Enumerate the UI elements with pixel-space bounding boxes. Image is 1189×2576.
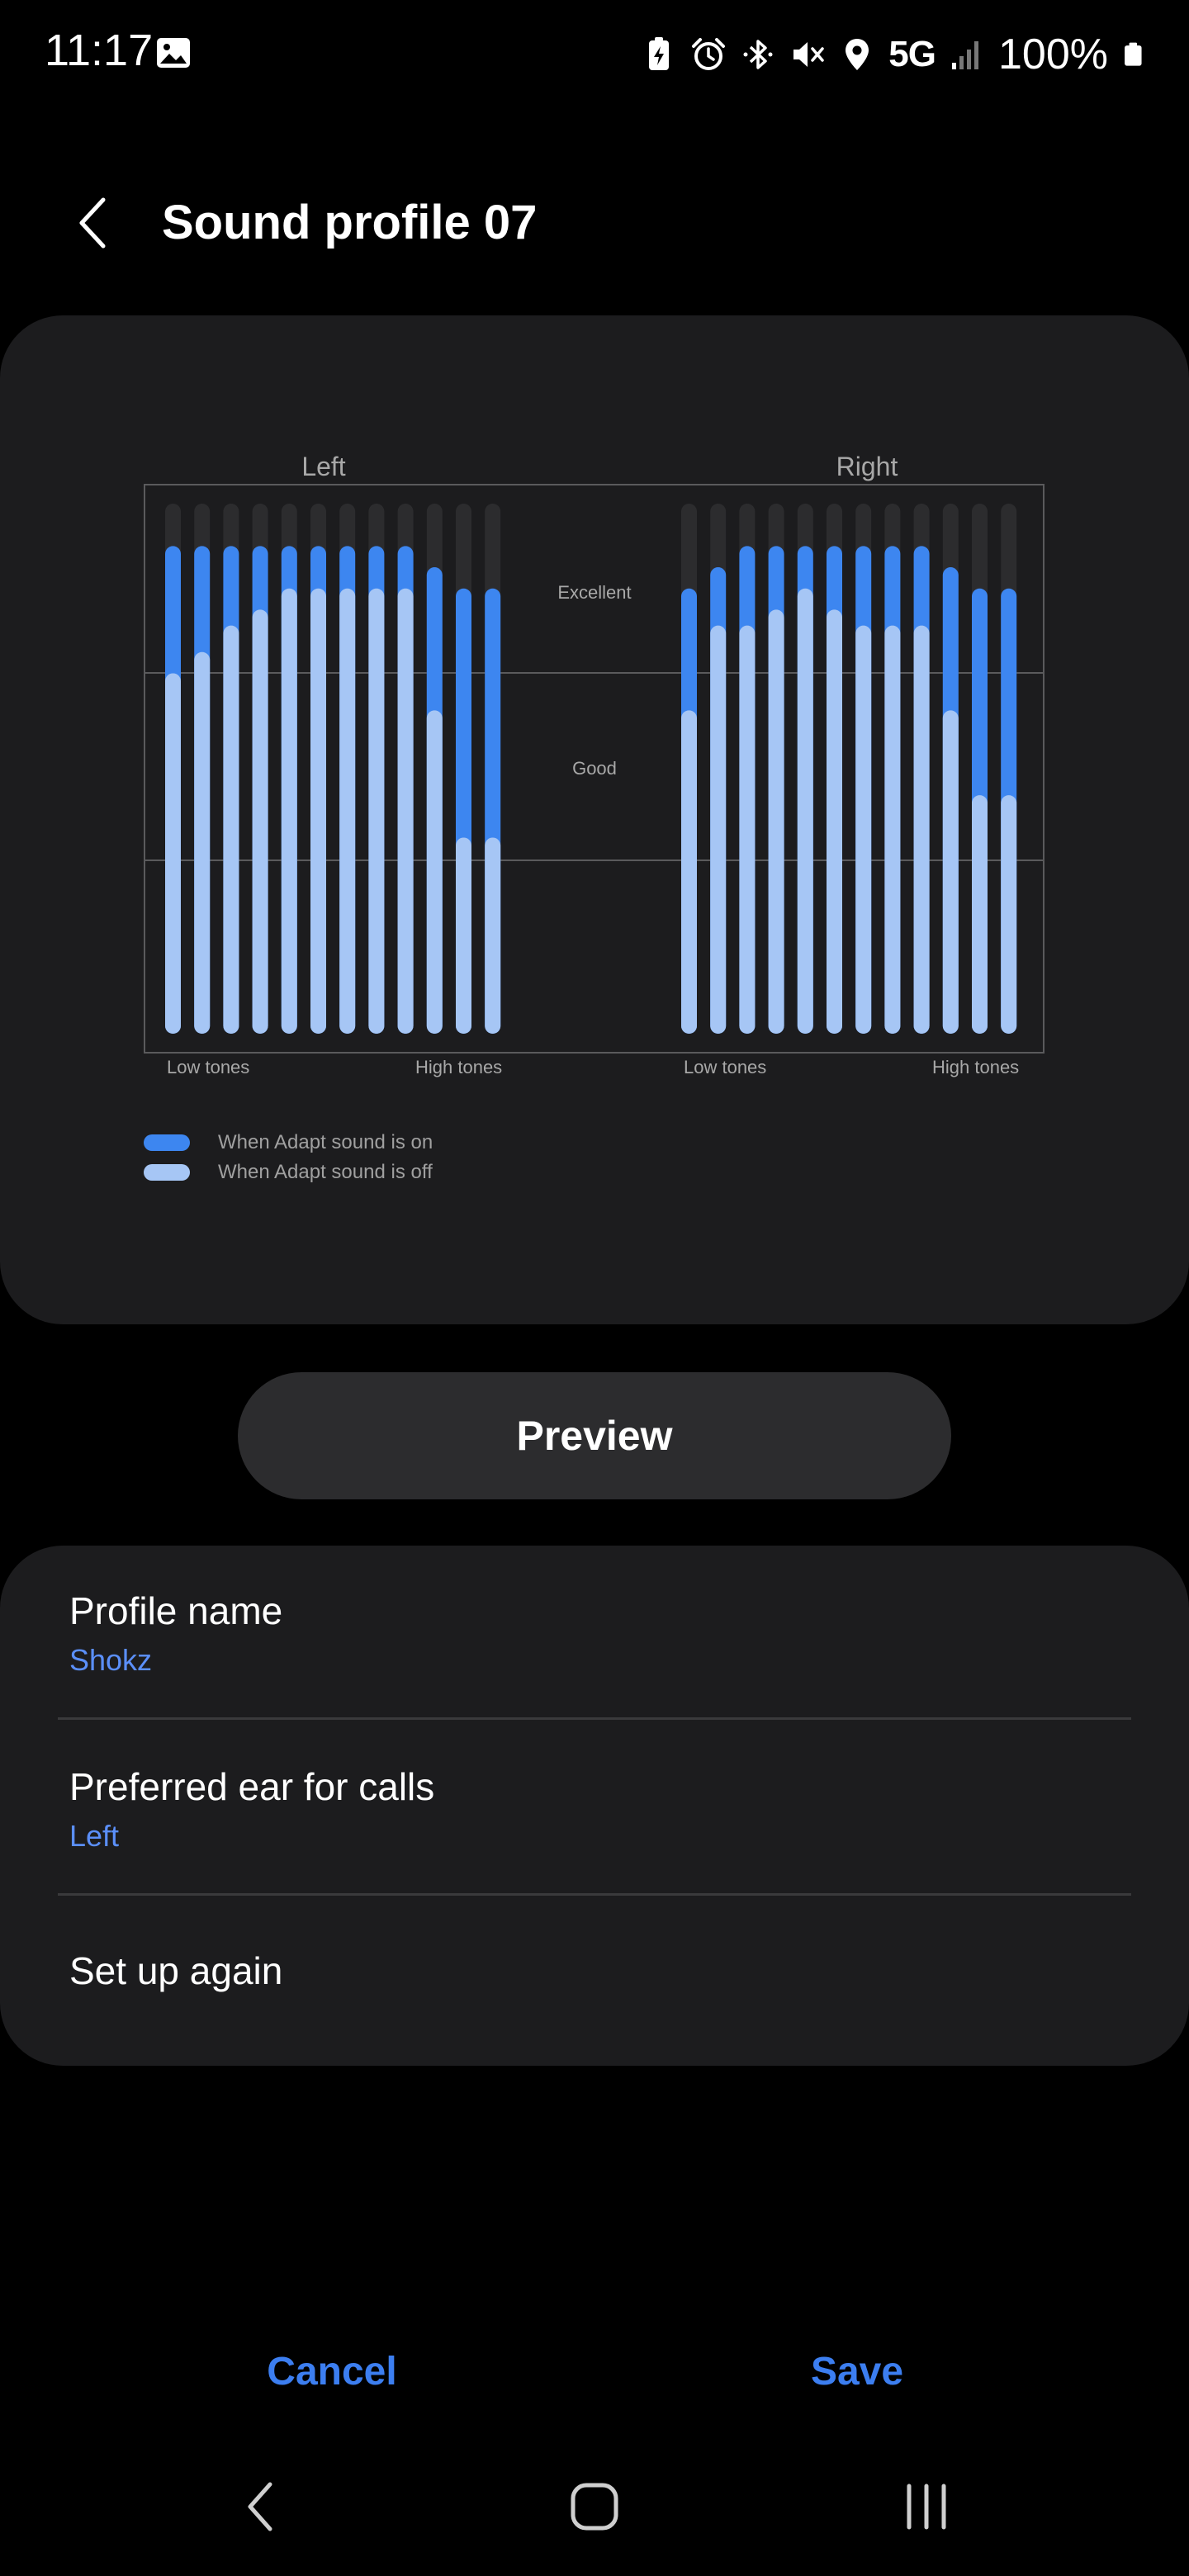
nav-back-button[interactable] bbox=[211, 2469, 310, 2545]
right-bar-adapt-off bbox=[681, 710, 697, 1034]
chevron-left-icon bbox=[79, 197, 106, 249]
right-bar-adapt-off bbox=[1001, 795, 1017, 1034]
battery-saver-icon bbox=[649, 37, 670, 70]
right-bar-adapt-off bbox=[739, 625, 756, 1034]
legend-label-off: When Adapt sound is off bbox=[218, 1161, 433, 1183]
left-bar-adapt-off bbox=[456, 837, 471, 1034]
mute-icon bbox=[793, 42, 825, 67]
nav-home-button[interactable] bbox=[545, 2469, 644, 2545]
hearing-chart-card: Left Right Excellent Good Low tones High… bbox=[0, 315, 1189, 1324]
save-button[interactable]: Save bbox=[768, 2338, 946, 2404]
profile-name-title: Profile name bbox=[69, 1589, 283, 1632]
left-bar-adapt-off bbox=[252, 609, 268, 1034]
legend-swatch-off bbox=[144, 1164, 190, 1181]
chart-title-left: Left bbox=[301, 452, 345, 481]
profile-name-value: Shokz bbox=[69, 1643, 153, 1677]
battery-percent: 100% bbox=[998, 31, 1108, 78]
left-bar-adapt-off bbox=[339, 588, 356, 1034]
recents-icon bbox=[907, 2484, 946, 2530]
chart-legend: When Adapt sound is on When Adapt sound … bbox=[144, 1128, 433, 1187]
home-icon bbox=[571, 2483, 618, 2531]
left-bar-adapt-off bbox=[165, 673, 181, 1034]
right-bar-adapt-off bbox=[855, 625, 872, 1034]
legend-label-on: When Adapt sound is on bbox=[218, 1131, 433, 1153]
right-bar-adapt-off bbox=[913, 625, 930, 1034]
status-bar: 11:17 5G 100% bbox=[0, 0, 1189, 107]
preferred-ear-title: Preferred ear for calls bbox=[69, 1765, 435, 1808]
right-bar-adapt-off bbox=[884, 625, 901, 1034]
alarm-icon bbox=[692, 38, 726, 70]
band-label-excellent: Excellent bbox=[557, 582, 631, 603]
back-button[interactable] bbox=[59, 183, 126, 263]
cancel-button[interactable]: Cancel bbox=[231, 2338, 433, 2404]
chart-title-right: Right bbox=[836, 452, 898, 481]
preferred-ear-value: Left bbox=[69, 1819, 120, 1853]
right-bar-adapt-off bbox=[827, 609, 842, 1034]
left-bar-adapt-off bbox=[397, 588, 414, 1034]
preferred-ear-item[interactable]: Preferred ear for calls Left bbox=[0, 1720, 1189, 1893]
left-bar-adapt-off bbox=[223, 625, 239, 1034]
right-high-tones-label: High tones bbox=[932, 1057, 1019, 1077]
legend-item-off: When Adapt sound is off bbox=[144, 1158, 433, 1187]
right-bar-adapt-off bbox=[710, 625, 727, 1034]
location-icon bbox=[846, 39, 869, 70]
legend-item-on: When Adapt sound is on bbox=[144, 1128, 433, 1158]
left-high-tones-label: High tones bbox=[415, 1057, 502, 1077]
network-type: 5G bbox=[888, 34, 936, 74]
left-bar-adapt-off bbox=[368, 588, 385, 1034]
left-bar-adapt-off bbox=[194, 651, 211, 1034]
preview-button[interactable]: Preview bbox=[238, 1372, 951, 1499]
left-bar-adapt-off bbox=[426, 710, 443, 1034]
right-bar-adapt-off bbox=[972, 795, 988, 1034]
left-low-tones-label: Low tones bbox=[167, 1057, 249, 1077]
profile-name-item[interactable]: Profile name Shokz bbox=[0, 1546, 1189, 1717]
back-icon bbox=[248, 2482, 272, 2531]
left-bar-adapt-off bbox=[310, 588, 326, 1034]
left-bar-adapt-off bbox=[281, 588, 297, 1034]
set-up-again-title: Set up again bbox=[69, 1949, 283, 1992]
status-time: 11:17 bbox=[45, 26, 154, 75]
right-bar-adapt-off bbox=[797, 588, 813, 1034]
set-up-again-item[interactable]: Set up again bbox=[0, 1896, 1189, 2066]
right-bar-adapt-off bbox=[768, 609, 784, 1034]
right-low-tones-label: Low tones bbox=[684, 1057, 766, 1077]
band-label-good: Good bbox=[572, 758, 617, 779]
legend-swatch-on bbox=[144, 1134, 190, 1151]
signal-icon bbox=[952, 41, 978, 69]
page-title: Sound profile 07 bbox=[162, 196, 538, 249]
bluetooth-icon bbox=[743, 40, 773, 69]
gallery-icon bbox=[157, 38, 190, 68]
nav-recents-button[interactable] bbox=[877, 2469, 976, 2545]
status-icons: 5G 100% bbox=[641, 28, 1146, 81]
battery-icon bbox=[1125, 42, 1142, 66]
right-bar-adapt-off bbox=[942, 710, 959, 1034]
left-bar-adapt-off bbox=[485, 837, 501, 1034]
settings-list: Profile name Shokz Preferred ear for cal… bbox=[0, 1546, 1189, 2066]
